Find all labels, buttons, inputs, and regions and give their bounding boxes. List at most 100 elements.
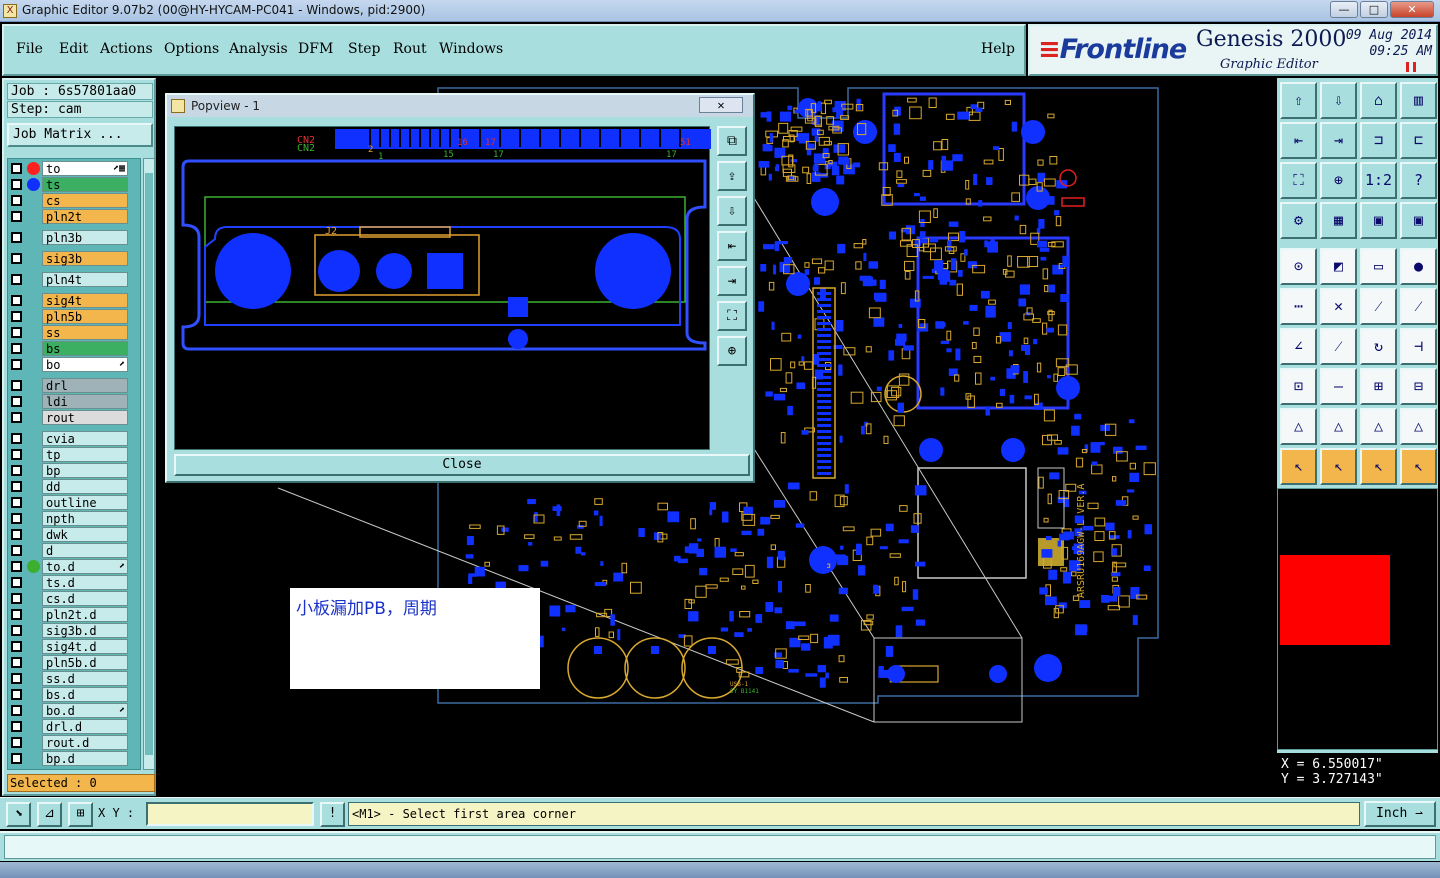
pointer-icon[interactable]: ↖	[1280, 448, 1317, 485]
layer-row-ss-d[interactable]: ss.d	[8, 671, 140, 686]
settings-icon[interactable]: ⚙	[1280, 202, 1317, 239]
layer-checkbox[interactable]	[11, 380, 22, 391]
line-icon[interactable]: ⁄	[1360, 288, 1397, 325]
layer-name[interactable]: cs.d	[42, 591, 128, 606]
layer-row-drl-d[interactable]: drl.d	[8, 719, 140, 734]
layer-checkbox[interactable]	[11, 625, 22, 636]
popview-canvas[interactable]: CN2 CN2 2 1 16 15 17 17 51 17 J2	[174, 126, 711, 450]
layer-row-pln2t[interactable]: pln2t	[8, 209, 140, 224]
layer-row-cvia[interactable]: cvia	[8, 431, 140, 446]
delete-icon[interactable]: ✕	[1320, 288, 1357, 325]
layer-display-dot[interactable]	[27, 560, 40, 573]
pad-icon[interactable]: ●	[1400, 248, 1437, 285]
layer-checkbox[interactable]	[11, 641, 22, 652]
command-line[interactable]	[4, 835, 1436, 859]
layer-checkbox[interactable]	[11, 343, 22, 354]
layer-row-ss[interactable]: ss	[8, 325, 140, 340]
layer-row-sig4t[interactable]: sig4t	[8, 293, 140, 308]
layer-row-npth[interactable]: npth	[8, 511, 140, 526]
window-icon[interactable]: ▥	[1400, 82, 1437, 119]
close-button[interactable]: ✕	[1390, 1, 1434, 18]
layer-name[interactable]: to.d ⬈	[42, 559, 128, 574]
menu-dfm[interactable]: DFM	[298, 41, 333, 57]
popview-pan-down-icon[interactable]: ⇩	[717, 196, 747, 226]
grid-icon[interactable]: ▦	[1320, 202, 1357, 239]
scroll-thumb[interactable]	[145, 173, 153, 755]
copy-icon[interactable]: ⊟	[1400, 368, 1437, 405]
layer-row-ldi[interactable]: ldi	[8, 394, 140, 409]
popview-pan-up-icon[interactable]: ⇪	[717, 161, 747, 191]
layer-name[interactable]: dd	[42, 479, 128, 494]
layer-display-dot[interactable]	[27, 162, 40, 175]
layer-name[interactable]: cvia	[42, 431, 128, 446]
layer-row-outline[interactable]: outline	[8, 495, 140, 510]
layer-row-to[interactable]: to ⬈▦	[8, 161, 140, 176]
menu-options[interactable]: Options	[164, 41, 219, 57]
layer-checkbox[interactable]	[11, 433, 22, 444]
popview-close-x[interactable]: ✕	[699, 97, 743, 113]
pause-icon[interactable]	[1406, 62, 1416, 72]
layer-name[interactable]: sig4t.d	[42, 639, 128, 654]
layer-checkbox[interactable]	[11, 211, 22, 222]
triangle-select-icon[interactable]: △	[1320, 408, 1357, 445]
minimize-button[interactable]: —	[1330, 1, 1358, 18]
layer-checkbox[interactable]	[11, 577, 22, 588]
mirror-icon[interactable]: ⊐	[1360, 122, 1397, 159]
layer-row-sig3b[interactable]: sig3b	[8, 251, 140, 266]
maximize-button[interactable]: □	[1360, 1, 1388, 18]
house-icon[interactable]: ⌂	[1360, 82, 1397, 119]
layer-name[interactable]: sig3b.d	[42, 623, 128, 638]
color-icon[interactable]: ◩	[1320, 248, 1357, 285]
help-icon[interactable]: ?	[1400, 162, 1437, 199]
layer-name[interactable]: ldi	[42, 394, 128, 409]
layer-row-ts-d[interactable]: ts.d	[8, 575, 140, 590]
zoom-home-icon[interactable]: ⊕	[1320, 162, 1357, 199]
popview-zoom-fit-icon[interactable]: ⧉	[717, 126, 747, 156]
layer-checkbox[interactable]	[11, 609, 22, 620]
layer-name[interactable]: tp	[42, 447, 128, 462]
layer-checkbox[interactable]	[11, 481, 22, 492]
layer-checkbox[interactable]	[11, 449, 22, 460]
layer-row-rout-d[interactable]: rout.d	[8, 735, 140, 750]
layer-row-dwk[interactable]: dwk	[8, 527, 140, 542]
pick-icon[interactable]: ↖	[1360, 448, 1397, 485]
overview-map[interactable]	[1277, 488, 1438, 750]
layer-name[interactable]: bp.d	[42, 751, 128, 766]
split-icon[interactable]: ⊣	[1400, 328, 1437, 365]
layer-name[interactable]: drl	[42, 378, 128, 393]
menu-analysis[interactable]: Analysis	[229, 41, 288, 57]
layer-name[interactable]: npth	[42, 511, 128, 526]
layer-name[interactable]: pln5b	[42, 309, 128, 324]
layer-checkbox[interactable]	[11, 561, 22, 572]
layer-name[interactable]: bo.d ⬈	[42, 703, 128, 718]
line-draw-icon[interactable]: ⁄	[1320, 328, 1357, 365]
route-icon[interactable]: ↖	[1400, 448, 1437, 485]
zoom-ratio-icon[interactable]: 1:2	[1360, 162, 1397, 199]
move-icon[interactable]: ⊡	[1280, 368, 1317, 405]
layer-row-bp[interactable]: bp	[8, 463, 140, 478]
popview-zoom-out-icon[interactable]: ⊕	[717, 336, 747, 366]
job-matrix-button[interactable]: Job Matrix ...	[7, 123, 153, 147]
layer-name[interactable]: d	[42, 543, 128, 558]
layer-checkbox[interactable]	[11, 396, 22, 407]
layer-checkbox[interactable]	[11, 657, 22, 668]
layer-name[interactable]: rout.d	[42, 735, 128, 750]
arc-icon[interactable]: ⁄	[1400, 288, 1437, 325]
triangle-point-icon[interactable]: △	[1360, 408, 1397, 445]
layer-name[interactable]: pln2t	[42, 209, 128, 224]
layer-checkbox[interactable]	[11, 232, 22, 243]
layer-name[interactable]: pln2t.d	[42, 607, 128, 622]
layer-name[interactable]: cs	[42, 193, 128, 208]
layer-row-d[interactable]: d	[8, 543, 140, 558]
layer-name[interactable]: dwk	[42, 527, 128, 542]
resize-icon[interactable]: ⊞	[1360, 368, 1397, 405]
layer-name[interactable]: outline	[42, 495, 128, 510]
menu-rout[interactable]: Rout	[393, 41, 427, 57]
feature-add-icon[interactable]: ⊙	[1280, 248, 1317, 285]
layer-checkbox[interactable]	[11, 412, 22, 423]
layer-name[interactable]: drl.d	[42, 719, 128, 734]
unit-selector[interactable]: Inch ⇀	[1364, 801, 1436, 827]
layer-compare-icon[interactable]: ▣	[1400, 202, 1437, 239]
flip-icon[interactable]: ⊏	[1400, 122, 1437, 159]
layer-row-rout[interactable]: rout	[8, 410, 140, 425]
